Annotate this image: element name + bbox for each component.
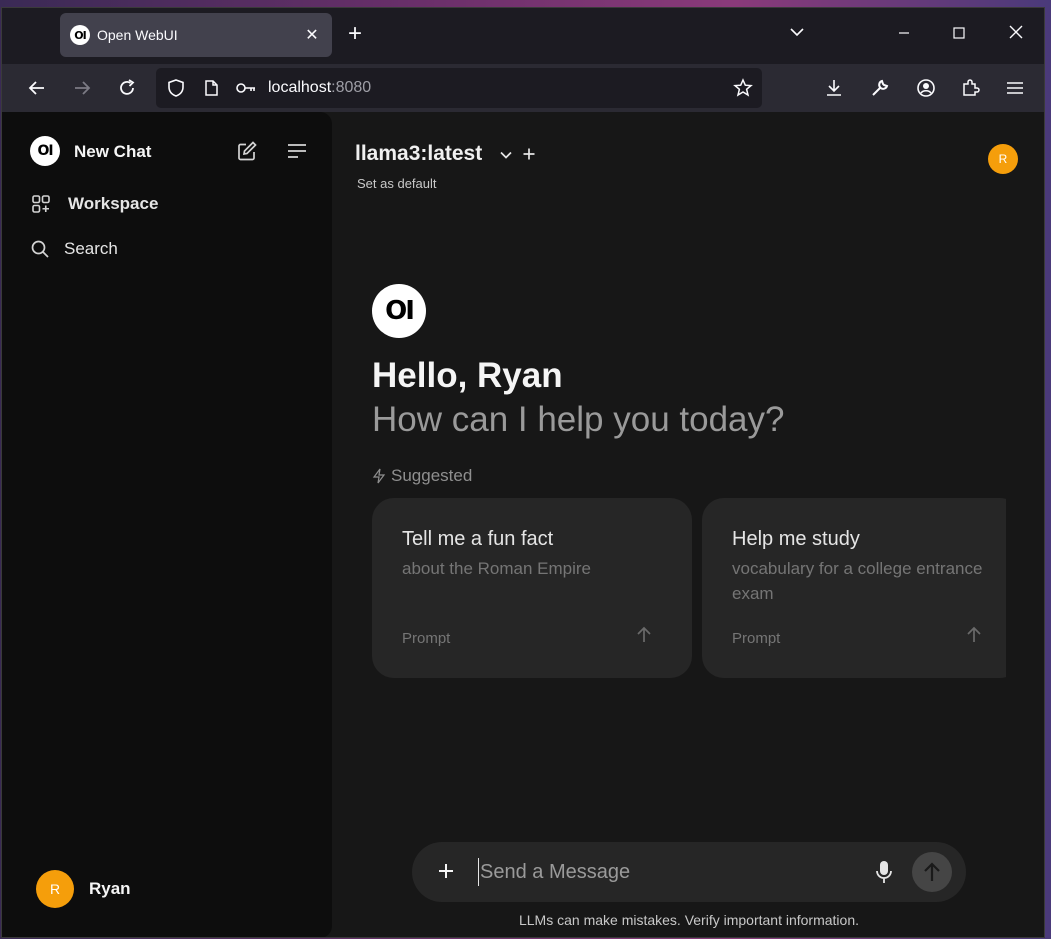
maximize-icon[interactable] (952, 22, 966, 46)
chat-main: llama3:latest Set as default R OI Hello,… (332, 112, 1044, 937)
forward-arrow-icon[interactable] (70, 76, 94, 100)
compose-icon[interactable] (234, 138, 260, 164)
browser-tab[interactable]: OI Open WebUI ✕ (60, 13, 332, 57)
page-icon[interactable] (199, 76, 223, 100)
workspace-icon (30, 193, 56, 215)
key-icon[interactable] (234, 76, 258, 100)
tab-title: Open WebUI (97, 27, 178, 43)
account-icon[interactable] (914, 76, 938, 100)
sidebar-toggle-menu-icon[interactable] (284, 138, 310, 164)
microphone-icon[interactable] (874, 859, 894, 890)
suggestion-card[interactable]: Help me study vocabulary for a college e… (702, 498, 1006, 678)
title-bar: OI Open WebUI ✕ + (2, 8, 1044, 64)
disclaimer-text: LLMs can make mistakes. Verify important… (518, 912, 860, 928)
shield-icon[interactable] (164, 76, 188, 100)
navigation-bar: localhost:8080 (2, 64, 1044, 112)
suggestion-prompt-label: Prompt (732, 630, 781, 647)
tab-close-icon[interactable]: ✕ (302, 25, 322, 45)
tab-favicon-icon: OI (70, 25, 90, 45)
wrench-icon[interactable] (868, 76, 892, 100)
suggestion-card[interactable]: Tell me a fun fact about the Roman Empir… (372, 498, 692, 678)
send-button[interactable] (912, 852, 952, 892)
back-arrow-icon[interactable] (25, 76, 49, 100)
suggestion-subtitle: vocabulary for a college entrance exam (732, 559, 983, 603)
sidebar: OI New Chat Workspace Search R Ryan (2, 112, 332, 937)
menu-hamburger-icon[interactable] (1003, 76, 1027, 100)
message-input[interactable] (478, 858, 858, 886)
new-tab-icon[interactable]: + (348, 22, 362, 46)
new-chat-link[interactable]: New Chat (74, 142, 151, 162)
suggestion-title: Help me study (732, 528, 860, 550)
arrow-up-icon (922, 861, 942, 883)
user-name: Ryan (89, 879, 131, 898)
close-window-icon[interactable] (1008, 22, 1024, 46)
download-icon[interactable] (822, 76, 846, 100)
message-composer (412, 842, 966, 902)
avatar: R (36, 870, 74, 908)
sidebar-item-label: Search (64, 239, 118, 258)
openwebui-logo-icon[interactable]: OI (30, 136, 60, 166)
sidebar-item-label: Workspace (68, 194, 159, 213)
arrow-up-icon (966, 626, 982, 649)
minimize-icon[interactable] (897, 22, 911, 46)
attach-plus-icon[interactable] (434, 859, 458, 888)
suggestion-title: Tell me a fun fact (402, 528, 554, 550)
browser-window: OI Open WebUI ✕ + localhost:8080 OI New … (1, 7, 1045, 938)
sidebar-item-search[interactable]: Search (30, 239, 118, 259)
arrow-up-icon (636, 626, 652, 649)
url-text[interactable]: localhost:8080 (268, 79, 371, 97)
suggestions-carousel: Tell me a fun fact about the Roman Empir… (372, 112, 1006, 937)
reload-icon[interactable] (115, 76, 139, 100)
address-bar[interactable]: localhost:8080 (156, 68, 762, 108)
search-icon (30, 239, 56, 259)
user-menu[interactable]: R Ryan (36, 870, 131, 908)
sidebar-item-workspace[interactable]: Workspace (30, 193, 158, 215)
bookmark-star-icon[interactable] (731, 76, 755, 100)
suggestion-prompt-label: Prompt (402, 630, 451, 647)
suggestion-subtitle: about the Roman Empire (402, 559, 591, 578)
extensions-icon[interactable] (958, 76, 982, 100)
tab-list-chevron-icon[interactable] (789, 22, 805, 46)
